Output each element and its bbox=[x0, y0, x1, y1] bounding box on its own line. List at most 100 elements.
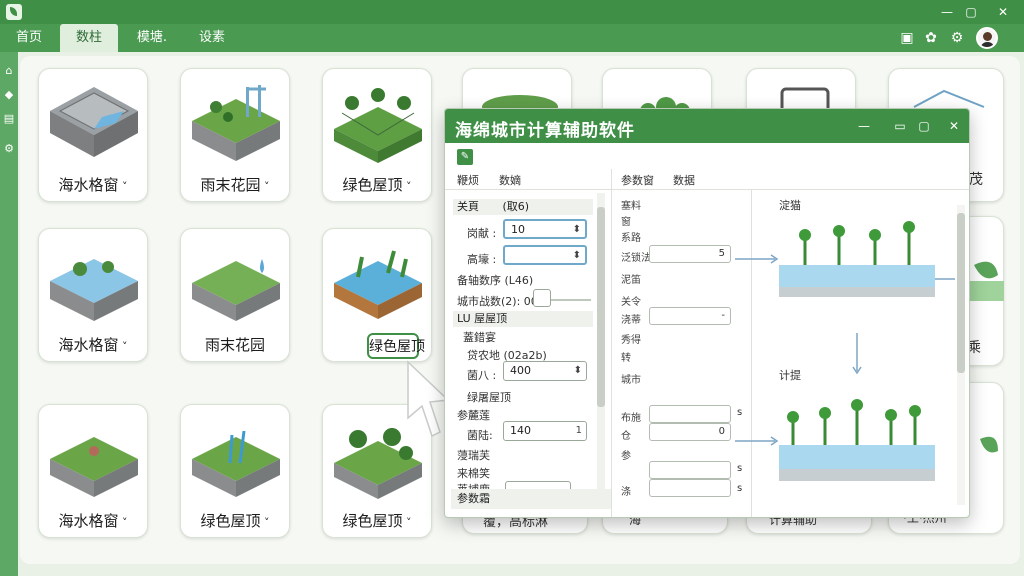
menu-item[interactable]: 参数窗 bbox=[621, 172, 654, 188]
gear-icon[interactable]: ✿ bbox=[922, 29, 940, 47]
scroll-thumb[interactable] bbox=[957, 213, 965, 373]
param-dropdown[interactable]: - bbox=[649, 307, 731, 325]
menu-item[interactable]: 鞭烦 bbox=[457, 172, 479, 188]
field-input[interactable]: ⬍ bbox=[503, 245, 587, 265]
dialog-minimize-icon[interactable]: — bbox=[855, 117, 873, 135]
card-label: 海水格窗 ˅ bbox=[58, 336, 128, 354]
home-icon[interactable]: ⌂ bbox=[2, 64, 16, 78]
app-logo-icon bbox=[6, 4, 22, 20]
facility-card[interactable]: 绿色屋顶 ˅ bbox=[322, 68, 432, 202]
tab-model[interactable]: 模塘. bbox=[128, 24, 176, 52]
section-header-value: (取6) bbox=[502, 200, 530, 213]
dialog-maximize-icon[interactable]: ▢ bbox=[915, 117, 933, 135]
slider-thumb[interactable] bbox=[533, 289, 551, 307]
menu-item[interactable]: 数据 bbox=[673, 172, 695, 188]
param-input[interactable]: 0 bbox=[649, 423, 731, 441]
menu-item[interactable]: 数嫡 bbox=[499, 172, 521, 188]
green-roof-grass-icon bbox=[192, 430, 280, 497]
permeable-pavement-icon bbox=[50, 87, 138, 157]
card-label: 雨末花园 bbox=[204, 336, 265, 354]
image-tool-icon[interactable]: ✎ bbox=[457, 149, 473, 165]
field-input[interactable]: 140 1 bbox=[503, 421, 587, 441]
field-input[interactable]: 400 ⬍ bbox=[503, 361, 587, 381]
green-roof-icon bbox=[334, 88, 422, 163]
facility-card[interactable]: 绿色屋顶 ˅ bbox=[180, 404, 290, 538]
card-label: 绿色屋顶 ˅ bbox=[200, 512, 270, 530]
divider bbox=[445, 189, 969, 190]
param-label: 泥笛 bbox=[621, 275, 641, 286]
bioswale-icon bbox=[50, 437, 138, 497]
chevron-down-icon[interactable]: ˅ bbox=[261, 516, 270, 529]
screenshot-icon[interactable]: ▣ bbox=[898, 29, 916, 47]
tree-item[interactable]: 来棉笑 bbox=[457, 465, 490, 481]
tab-settings[interactable]: 设素 bbox=[188, 24, 236, 52]
field-label: 菌八 : bbox=[467, 369, 497, 382]
process-diagram bbox=[735, 221, 955, 481]
spinner-icon[interactable]: ⬍ bbox=[574, 362, 582, 380]
layers-icon[interactable]: ◆ bbox=[2, 88, 16, 102]
chevron-down-icon[interactable]: ˅ bbox=[119, 180, 128, 193]
document-icon[interactable]: ▤ bbox=[2, 112, 16, 126]
chevron-down-icon[interactable]: ˅ bbox=[261, 180, 270, 193]
facility-card[interactable]: 雨末花园 ˅ bbox=[180, 68, 290, 202]
field-label: 高壕 : bbox=[467, 253, 497, 266]
card-label: 海水格窗 ˅ bbox=[58, 512, 128, 530]
spinner-icon[interactable]: ⬍ bbox=[573, 221, 581, 239]
param-input[interactable]: 5 bbox=[649, 245, 731, 263]
nav-bar: 首页 数柱 模塘. 设素 ▣ ✿ ⚙ bbox=[0, 24, 1024, 52]
title-bar: — ▢ ✕ bbox=[0, 0, 1024, 24]
facility-card[interactable]: 海水格窗 ˅ bbox=[38, 68, 148, 202]
field-label: 城市战数(2): 000 bbox=[457, 295, 545, 308]
facility-card[interactable]: 绿色屋顶 bbox=[322, 228, 432, 362]
param-label: 布施 bbox=[621, 413, 641, 424]
close-icon[interactable]: ✕ bbox=[992, 2, 1014, 22]
facility-card[interactable]: 海水格窗 ˅ bbox=[38, 404, 148, 538]
param-input[interactable] bbox=[649, 479, 731, 497]
param-label: 转 bbox=[621, 353, 631, 364]
field-label: 备轴数序 (L46) bbox=[457, 274, 534, 287]
grass-tile-icon bbox=[192, 259, 280, 321]
card-label: 雨末花园 ˅ bbox=[200, 176, 270, 194]
tab-home[interactable]: 首页 bbox=[6, 24, 52, 52]
avatar[interactable] bbox=[976, 27, 998, 49]
scrollbar[interactable] bbox=[957, 205, 965, 505]
settings-icon[interactable]: ⚙ bbox=[948, 29, 966, 47]
field-value: 10 bbox=[511, 223, 525, 236]
gear-icon[interactable]: ⚙ bbox=[2, 142, 16, 156]
param-input[interactable] bbox=[649, 461, 731, 479]
tree-item[interactable]: 参麓莲 bbox=[457, 407, 490, 423]
chevron-down-icon[interactable]: ˅ bbox=[119, 340, 128, 353]
param-label: 涤 bbox=[621, 487, 631, 498]
scroll-thumb[interactable] bbox=[597, 207, 605, 407]
card-label: 绿色屋顶 ˅ bbox=[342, 512, 412, 530]
param-label: 塞料 bbox=[621, 201, 641, 212]
divider bbox=[611, 169, 612, 517]
spinner-value[interactable]: 1 bbox=[576, 422, 582, 440]
tree-item[interactable]: 蓡瑞芙 bbox=[457, 447, 490, 463]
chevron-down-icon[interactable]: ˅ bbox=[403, 516, 412, 529]
param-input[interactable] bbox=[649, 405, 731, 423]
spinner-icon[interactable]: ⬍ bbox=[573, 247, 581, 265]
dialog-close-icon[interactable]: ✕ bbox=[945, 117, 963, 135]
facility-card[interactable]: 雨末花园 bbox=[180, 228, 290, 362]
param-label: 关令 bbox=[621, 297, 641, 308]
minimize-icon[interactable]: — bbox=[936, 2, 958, 22]
dialog-restore-icon[interactable]: ▭ bbox=[891, 117, 909, 135]
tree-item[interactable]: 绿屠屋顶 bbox=[467, 389, 511, 405]
calc-dialog: 海绵城市计算辅助软件 — ▭ ▢ ✕ ✎ 鞭烦 数嫡 参数窗 数据 关頁 (取6… bbox=[444, 108, 970, 518]
field-value: 400 bbox=[510, 364, 531, 377]
tab-data[interactable]: 数柱 bbox=[60, 24, 118, 52]
chevron-down-icon[interactable]: ˅ bbox=[403, 180, 412, 193]
param-label: 系路 bbox=[621, 233, 641, 244]
section-header: 关頁 (取6) bbox=[453, 199, 593, 215]
field-value: 140 bbox=[510, 424, 531, 437]
dialog-title-bar: 海绵城市计算辅助软件 — ▭ ▢ ✕ bbox=[445, 109, 969, 143]
field-input[interactable]: 10 ⬍ bbox=[503, 219, 587, 239]
chevron-down-icon[interactable]: ˅ bbox=[119, 516, 128, 529]
tree-item[interactable]: 蓋錯宴 bbox=[463, 329, 496, 345]
facility-card[interactable]: 海水格窗 ˅ bbox=[38, 228, 148, 362]
scrollbar[interactable] bbox=[597, 193, 605, 489]
field-label: 岗献 : bbox=[467, 227, 497, 240]
maximize-icon[interactable]: ▢ bbox=[960, 2, 982, 22]
param-label: 泛锁法 bbox=[621, 253, 651, 264]
